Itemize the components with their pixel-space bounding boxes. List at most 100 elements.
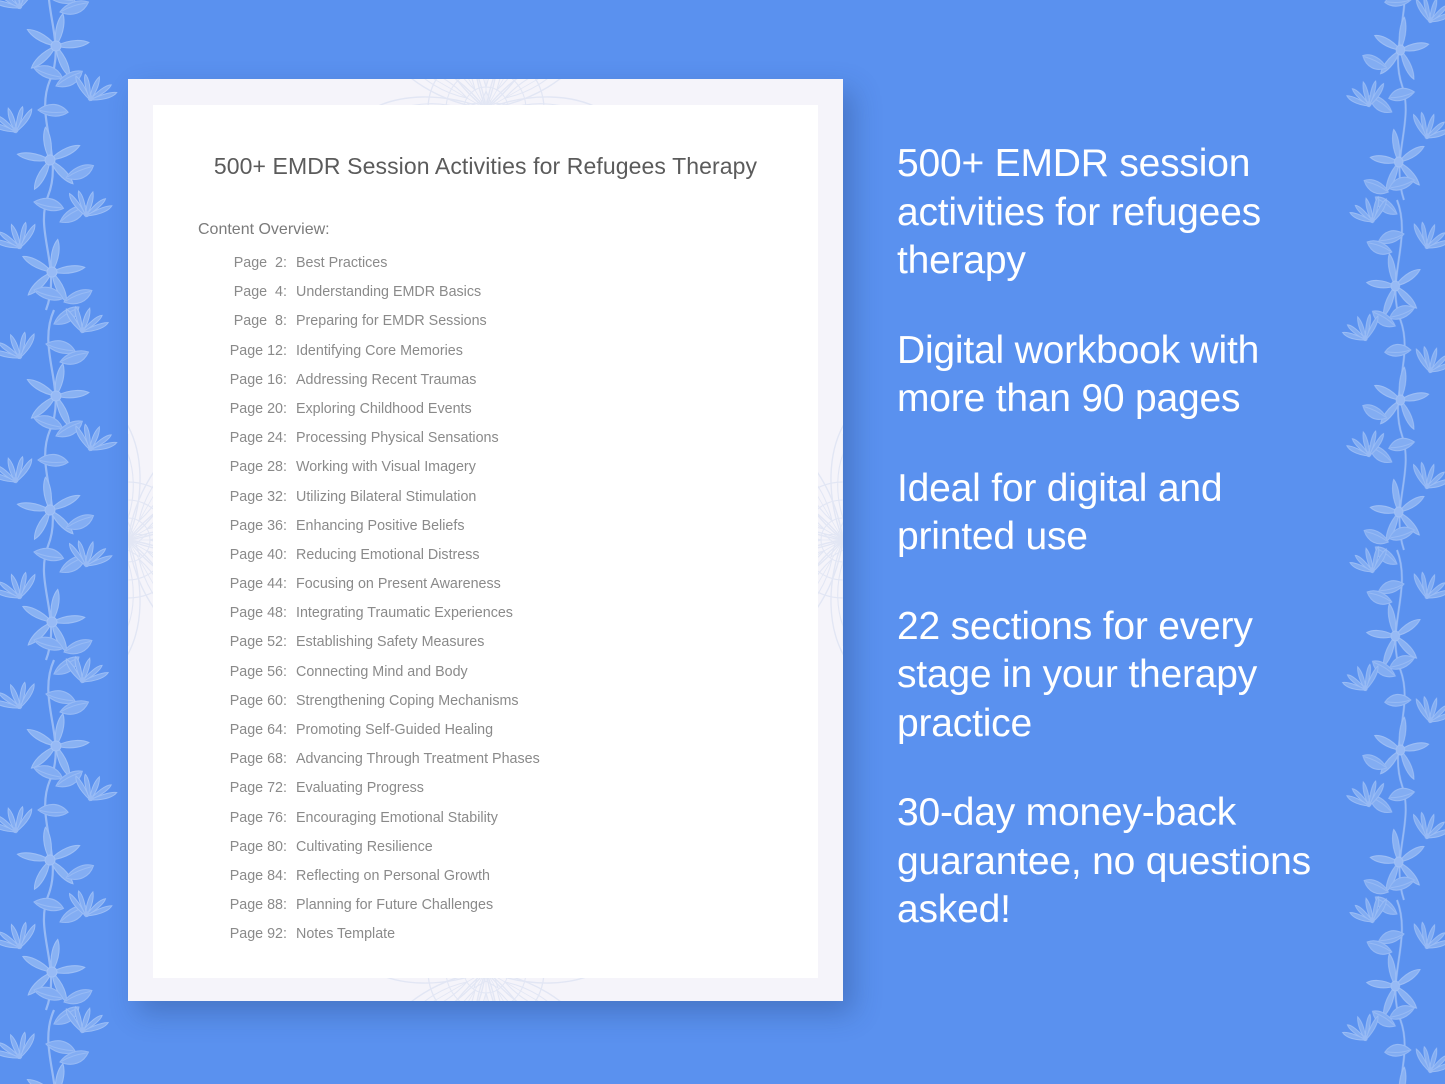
toc-row[interactable]: Page 68: Advancing Through Treatment Phas… (223, 751, 818, 780)
toc-row[interactable]: Page 56: Connecting Mind and Body (223, 664, 818, 693)
toc-page-number: Page 32 (229, 488, 283, 505)
toc-section-title: Identifying Core Memories (296, 342, 463, 359)
toc-separator: : (283, 371, 287, 388)
toc-section-title: Exploring Childhood Events (296, 400, 472, 417)
toc-row[interactable]: Page 88: Planning for Future Challenges (223, 897, 818, 926)
toc-row[interactable]: Page 8: Preparing for EMDR Sessions (223, 313, 818, 342)
toc-page-number: Page 28 (229, 459, 283, 476)
toc-separator: : (283, 897, 287, 914)
toc-section-title: Processing Physical Sensations (296, 430, 499, 447)
toc-row[interactable]: Page 92: Notes Template (223, 926, 818, 955)
toc-page-number: Page 4 (233, 284, 283, 301)
toc-separator: : (283, 605, 287, 622)
toc-section-title: Advancing Through Treatment Phases (296, 751, 540, 768)
toc-section-title: Integrating Traumatic Experiences (296, 605, 513, 622)
toc-separator: : (283, 517, 287, 534)
toc-section-title: Understanding EMDR Basics (296, 284, 482, 301)
toc-row[interactable]: Page 24: Processing Physical Sensations (223, 430, 818, 459)
toc-section-title: Enhancing Positive Beliefs (296, 517, 465, 534)
toc-page-number: Page 64 (229, 722, 283, 738)
toc-section-title: Encouraging Emotional Stability (296, 809, 498, 826)
toc-page-number: Page 36 (229, 517, 283, 534)
toc-page-number: Page 72 (229, 780, 283, 797)
promo-block: Ideal for digital and printed use (897, 466, 1223, 559)
promo-block: 500+ EMDR session activities for refugee… (897, 142, 1261, 282)
toc-separator: : (283, 809, 287, 826)
toc-row[interactable]: Page 80: Cultivating Resilience (223, 839, 818, 868)
toc-separator: : (283, 284, 287, 301)
toc-section-title: Planning for Future Challenges (296, 897, 494, 914)
document-title: 500+ EMDR Session Activities for Refugee… (213, 153, 758, 179)
toc-row[interactable]: Page 2: Best Practices (223, 255, 818, 284)
toc-row[interactable]: Page 4: Understanding EMDR Basics (223, 284, 818, 313)
toc-page-number: Page 84 (229, 867, 283, 884)
toc-section-title: Evaluating Progress (296, 780, 424, 797)
toc-section-title: Strengthening Coping Mechanisms (296, 692, 519, 709)
toc-row[interactable]: Page 72: Evaluating Progress (223, 780, 818, 809)
toc-separator: : (283, 400, 287, 417)
promo-block: 22 sections for every stage in your ther… (897, 604, 1258, 745)
document-page: 500+ EMDR Session Activities for Refugee… (153, 105, 818, 978)
toc-row[interactable]: Page 20: Exploring Childhood Events (223, 401, 818, 430)
toc-page-number: Page 88 (229, 897, 283, 914)
toc-section-title: Establishing Safety Measures (296, 634, 485, 651)
toc-row[interactable]: Page 44: Focusing on Present Awareness (223, 576, 818, 605)
toc-page-number: Page 80 (229, 838, 283, 855)
toc-page-number: Page 60 (229, 692, 283, 709)
toc-page-number: Page 12 (229, 342, 283, 359)
toc-row[interactable]: Page 12: Identifying Core Memories (223, 343, 818, 372)
toc-page-number: Page 76 (229, 809, 283, 826)
toc-page-number: Page 8 (233, 313, 283, 330)
toc-page-number: Page 56 (229, 663, 283, 680)
toc-separator: : (283, 838, 287, 855)
toc-row[interactable]: Page 52: Establishing Safety Measures (223, 634, 818, 663)
toc-page-number: Page 24 (229, 430, 283, 447)
toc-separator: : (283, 488, 287, 505)
promo-block: 30-day money-back guarantee, no question… (897, 791, 1311, 931)
floral-vine-left-decoration (0, 0, 144, 1084)
toc-separator: : (283, 867, 287, 884)
toc-section-title: Connecting Mind and Body (296, 663, 468, 680)
toc-page-number: Page 68 (229, 751, 283, 768)
toc-section-title: Addressing Recent Traumas (296, 371, 477, 388)
toc-page-number: Page 16 (229, 371, 283, 388)
toc-section-title: Cultivating Resilience (296, 838, 433, 855)
toc-page-number: Page 52 (229, 634, 283, 651)
toc-section-title: Promoting Self-Guided Healing (296, 722, 494, 738)
toc-row[interactable]: Page 36: Enhancing Positive Beliefs (223, 518, 818, 547)
toc-page-number: Page 20 (229, 400, 283, 417)
table-of-contents: Page 2: Best Practices Page 4: Understandin… (223, 255, 818, 956)
toc-separator: : (283, 459, 287, 476)
toc-separator: : (283, 546, 287, 563)
toc-page-number: Page 2 (233, 255, 283, 271)
toc-page-number: Page 48 (229, 605, 283, 622)
toc-row[interactable]: Page 84: Reflecting on Personal Growth (223, 868, 818, 897)
toc-separator: : (283, 926, 287, 943)
toc-row[interactable]: Page 76: Encouraging Emotional Stability (223, 810, 818, 839)
toc-separator: : (283, 780, 287, 797)
toc-row[interactable]: Page 28: Working with Visual Imagery (223, 459, 818, 488)
toc-row[interactable]: Page 64: Promoting Self-Guided Healing (223, 722, 818, 751)
toc-separator: : (283, 430, 287, 447)
toc-row[interactable]: Page 40: Reducing Emotional Distress (223, 547, 818, 576)
toc-separator: : (283, 663, 287, 680)
toc-section-title: Reducing Emotional Distress (296, 546, 480, 563)
toc-separator: : (283, 751, 287, 768)
toc-separator: : (283, 313, 287, 330)
toc-row[interactable]: Page 32: Utilizing Bilateral Stimulation (223, 489, 818, 518)
toc-section-title: Utilizing Bilateral Stimulation (296, 488, 477, 505)
document-preview-card: 500+ EMDR Session Activities for Refugee… (128, 79, 843, 1001)
toc-page-number: Page 92 (229, 926, 283, 943)
toc-section-title: Reflecting on Personal Growth (296, 867, 490, 884)
toc-separator: : (283, 722, 287, 738)
promo-block: Digital workbook with more than 90 pages (897, 328, 1260, 421)
toc-row[interactable]: Page 16: Addressing Recent Traumas (223, 372, 818, 401)
toc-separator: : (283, 255, 287, 271)
toc-row[interactable]: Page 48: Integrating Traumatic Experience… (223, 605, 818, 634)
toc-row[interactable]: Page 60: Strengthening Coping Mechanisms (223, 693, 818, 722)
toc-section-title: Notes Template (296, 926, 396, 943)
floral-vine-right-decoration (1319, 0, 1445, 1084)
toc-page-number: Page 40 (229, 546, 283, 563)
toc-section-title: Focusing on Present Awareness (296, 576, 501, 593)
content-overview-label: Content Overview: (198, 221, 330, 238)
